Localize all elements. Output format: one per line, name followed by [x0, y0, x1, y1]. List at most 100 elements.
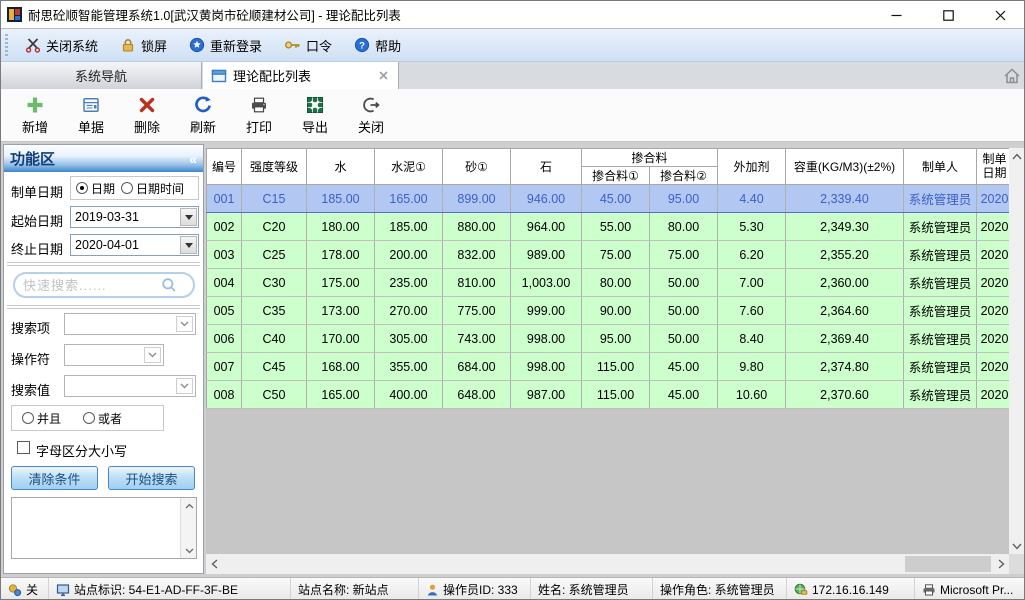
- column-header[interactable]: 砂①: [443, 149, 511, 185]
- table-cell[interactable]: 2020: [977, 185, 1009, 213]
- radio-and[interactable]: [22, 412, 34, 424]
- table-cell[interactable]: 165.00: [307, 381, 375, 409]
- quick-search-box[interactable]: [13, 272, 195, 298]
- table-cell[interactable]: 55.00: [582, 213, 650, 241]
- table-cell[interactable]: 989.00: [511, 241, 582, 269]
- table-cell[interactable]: 178.00: [307, 241, 375, 269]
- end-date-combo[interactable]: 2020-04-01: [70, 234, 199, 256]
- table-cell[interactable]: 75.00: [582, 241, 650, 269]
- column-header[interactable]: 石: [511, 149, 582, 185]
- table-cell[interactable]: 899.00: [443, 185, 511, 213]
- delete-button[interactable]: 删除: [123, 92, 171, 138]
- quick-search-input[interactable]: [23, 278, 161, 293]
- column-group-header[interactable]: 掺合料: [582, 149, 718, 167]
- table-cell[interactable]: 系统管理员: [904, 269, 977, 297]
- table-row[interactable]: 002C20180.00185.00880.00964.0055.0080.00…: [207, 213, 1010, 241]
- table-row[interactable]: 005C35173.00270.00775.00999.0090.0050.00…: [207, 297, 1010, 325]
- table-cell[interactable]: 2,349.30: [786, 213, 904, 241]
- radio-datetime[interactable]: [121, 182, 133, 194]
- close-window-button[interactable]: [974, 1, 1025, 29]
- table-cell[interactable]: 946.00: [511, 185, 582, 213]
- scroll-left-icon[interactable]: [206, 554, 222, 574]
- table-cell[interactable]: 165.00: [375, 185, 443, 213]
- table-cell[interactable]: 2020: [977, 241, 1009, 269]
- table-cell[interactable]: 185.00: [307, 185, 375, 213]
- column-header[interactable]: 掺合料②: [650, 167, 718, 185]
- table-cell[interactable]: 185.00: [375, 213, 443, 241]
- close-view-button[interactable]: 关闭: [347, 92, 395, 138]
- close-tab-button[interactable]: [376, 69, 390, 83]
- table-cell[interactable]: 180.00: [307, 213, 375, 241]
- table-cell[interactable]: 2,339.40: [786, 185, 904, 213]
- listbox-scrollbar[interactable]: [180, 498, 196, 558]
- table-cell[interactable]: 80.00: [582, 269, 650, 297]
- table-cell[interactable]: C20: [242, 213, 307, 241]
- close-system-button[interactable]: 关闭系统: [14, 29, 109, 61]
- table-cell[interactable]: 2020: [977, 381, 1009, 409]
- table-cell[interactable]: 4.40: [718, 185, 786, 213]
- clear-conditions-button[interactable]: 清除条件: [11, 466, 98, 490]
- table-cell[interactable]: 832.00: [443, 241, 511, 269]
- table-cell[interactable]: 115.00: [582, 381, 650, 409]
- table-cell[interactable]: 880.00: [443, 213, 511, 241]
- operator-dropdown-button[interactable]: [144, 347, 161, 363]
- table-row[interactable]: 004C30175.00235.00810.001,003.0080.0050.…: [207, 269, 1010, 297]
- print-button[interactable]: 打印: [235, 92, 283, 138]
- column-header[interactable]: 容重(KG/M3)(±2%): [786, 149, 904, 185]
- table-cell[interactable]: 170.00: [307, 325, 375, 353]
- table-cell[interactable]: 2,374.80: [786, 353, 904, 381]
- radio-date[interactable]: [76, 182, 88, 194]
- table-cell[interactable]: 006: [207, 325, 242, 353]
- table-cell[interactable]: C30: [242, 269, 307, 297]
- column-header[interactable]: 掺合料①: [582, 167, 650, 185]
- table-cell[interactable]: 173.00: [307, 297, 375, 325]
- tab-theory-ratio-list[interactable]: 理论配比列表: [203, 62, 399, 89]
- table-cell[interactable]: 355.00: [375, 353, 443, 381]
- case-sensitive-checkbox[interactable]: [17, 441, 30, 454]
- column-header[interactable]: 外加剂: [718, 149, 786, 185]
- table-cell[interactable]: 5.30: [718, 213, 786, 241]
- table-cell[interactable]: 45.00: [650, 353, 718, 381]
- scroll-up-icon[interactable]: [181, 498, 197, 513]
- table-cell[interactable]: 175.00: [307, 269, 375, 297]
- relogin-button[interactable]: 重新登录: [178, 29, 273, 61]
- h-scroll-thumb[interactable]: [905, 556, 991, 572]
- column-header[interactable]: 水泥①: [375, 149, 443, 185]
- table-cell[interactable]: 168.00: [307, 353, 375, 381]
- start-search-button[interactable]: 开始搜索: [108, 466, 195, 490]
- table-cell[interactable]: 1,003.00: [511, 269, 582, 297]
- table-cell[interactable]: 004: [207, 269, 242, 297]
- h-scrollbar[interactable]: [206, 554, 1009, 574]
- table-cell[interactable]: 007: [207, 353, 242, 381]
- table-cell[interactable]: 系统管理员: [904, 353, 977, 381]
- radio-or[interactable]: [83, 412, 95, 424]
- table-cell[interactable]: 50.00: [650, 297, 718, 325]
- table-cell[interactable]: 003: [207, 241, 242, 269]
- table-row[interactable]: 001C15185.00165.00899.00946.0045.0095.00…: [207, 185, 1010, 213]
- table-cell[interactable]: 系统管理员: [904, 241, 977, 269]
- table-cell[interactable]: 系统管理员: [904, 185, 977, 213]
- tab-system-nav[interactable]: 系统导航: [1, 62, 202, 89]
- table-cell[interactable]: 95.00: [650, 185, 718, 213]
- table-cell[interactable]: C50: [242, 381, 307, 409]
- table-cell[interactable]: 305.00: [375, 325, 443, 353]
- operator-combo[interactable]: [64, 344, 164, 366]
- table-cell[interactable]: 008: [207, 381, 242, 409]
- table-cell[interactable]: 775.00: [443, 297, 511, 325]
- table-cell[interactable]: 684.00: [443, 353, 511, 381]
- table-cell[interactable]: 50.00: [650, 269, 718, 297]
- table-cell[interactable]: 45.00: [650, 381, 718, 409]
- table-cell[interactable]: 9.80: [718, 353, 786, 381]
- v-scrollbar[interactable]: [1009, 148, 1025, 554]
- scroll-down-icon[interactable]: [181, 543, 197, 558]
- table-cell[interactable]: 系统管理员: [904, 325, 977, 353]
- end-date-dropdown-button[interactable]: [180, 236, 197, 254]
- start-date-dropdown-button[interactable]: [180, 208, 197, 226]
- add-button[interactable]: 新增: [11, 92, 59, 138]
- table-cell[interactable]: 235.00: [375, 269, 443, 297]
- home-button[interactable]: [1002, 66, 1022, 86]
- table-cell[interactable]: C35: [242, 297, 307, 325]
- help-button[interactable]: ? 帮助: [343, 29, 412, 61]
- table-cell[interactable]: C40: [242, 325, 307, 353]
- table-cell[interactable]: 80.00: [650, 213, 718, 241]
